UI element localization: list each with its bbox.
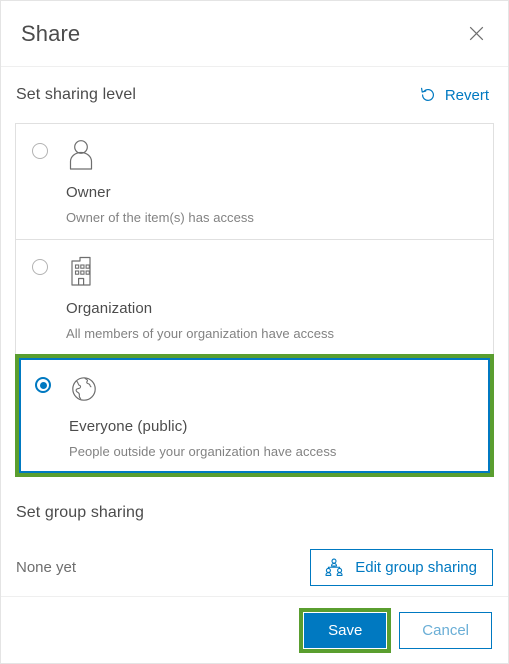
option-owner-top (32, 138, 477, 182)
page-title: Share (21, 20, 81, 46)
option-everyone-label: Everyone (public) (69, 418, 188, 435)
revert-circular-arrow-icon (419, 86, 437, 104)
globe-icon (69, 372, 103, 410)
option-organization-label: Organization (66, 300, 153, 317)
radio-everyone[interactable] (35, 377, 51, 393)
sharing-level-header: Set sharing level Revert (15, 67, 494, 123)
sharing-level-heading: Set sharing level (16, 86, 136, 103)
sharing-option-everyone[interactable]: Everyone (public) People outside your or… (15, 354, 494, 477)
person-icon (66, 138, 100, 176)
option-organization-top (32, 254, 477, 298)
sharing-option-owner[interactable]: Owner Owner of the item(s) has access (16, 124, 493, 239)
sharing-level-option-list: Owner Owner of the item(s) has access Or… (15, 123, 494, 477)
sharing-option-organization[interactable]: Organization All members of your organiz… (16, 239, 493, 355)
close-icon[interactable] (462, 20, 490, 48)
dialog-footer: Save Cancel (1, 596, 508, 663)
option-everyone-description: People outside your organization have ac… (69, 444, 337, 459)
edit-group-sharing-button[interactable]: Edit group sharing (310, 548, 493, 586)
group-sharing-header: Set group sharing (15, 485, 494, 541)
group-sharing-heading: Set group sharing (16, 504, 145, 521)
group-people-icon (324, 558, 344, 577)
group-sharing-section: Set group sharing None yet Edit group sh… (15, 477, 494, 593)
option-organization-description: All members of your organization have ac… (66, 326, 335, 341)
group-sharing-status: None yet (16, 558, 77, 576)
option-owner-label: Owner (66, 184, 111, 201)
dialog-body: Set sharing level Revert Owner Owner of … (1, 67, 508, 596)
radio-owner[interactable] (32, 143, 48, 159)
option-owner-description: Owner of the item(s) has access (66, 210, 254, 225)
revert-label: Revert (444, 86, 489, 104)
save-button[interactable]: Save (304, 612, 387, 648)
group-sharing-row: None yet Edit group sharing (15, 541, 494, 593)
share-dialog: Share Set sharing level Revert Owner Own… (0, 0, 509, 664)
revert-button[interactable]: Revert (419, 86, 493, 104)
building-icon (66, 254, 100, 292)
cancel-button[interactable]: Cancel (399, 611, 492, 649)
option-everyone-top (35, 372, 474, 416)
radio-organization[interactable] (32, 259, 48, 275)
save-button-highlight: Save (299, 607, 392, 653)
edit-group-sharing-label: Edit group sharing (355, 558, 477, 576)
dialog-header: Share (1, 1, 508, 67)
